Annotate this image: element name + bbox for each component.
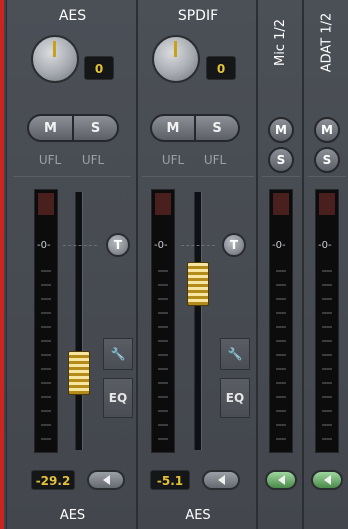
divider xyxy=(142,176,254,177)
channel-name: AES xyxy=(58,8,87,24)
meter-scale xyxy=(322,270,332,448)
level-meter: -0- xyxy=(269,189,293,453)
mute-button[interactable]: M xyxy=(268,117,294,143)
clip-indicator xyxy=(155,193,171,215)
left-arrow-icon xyxy=(277,475,285,485)
output-select-button[interactable] xyxy=(311,470,343,490)
meter-scale xyxy=(276,270,286,448)
meter-zero-label: -0- xyxy=(318,240,332,251)
gain-value[interactable]: 0 xyxy=(84,56,114,80)
channel-strip-aes: AES 0 M S UFL UFL -0- T 🔧 EQ -29.2 AES xyxy=(6,0,137,529)
channel-strip-mic: Mic 1/2 M S -0- xyxy=(257,0,303,529)
meter-scale xyxy=(41,270,51,448)
unity-mark xyxy=(63,245,97,247)
gain-knob[interactable] xyxy=(31,35,79,83)
eq-button[interactable]: EQ xyxy=(103,378,133,418)
output-label[interactable]: AES xyxy=(138,508,258,523)
fader-track[interactable] xyxy=(75,192,83,450)
meter-zero-label: -0- xyxy=(272,240,286,251)
output-select-button[interactable] xyxy=(202,470,240,490)
clip-indicator xyxy=(273,193,289,215)
divider xyxy=(13,176,131,177)
eq-button[interactable]: EQ xyxy=(220,378,250,418)
wrench-icon: 🔧 xyxy=(227,347,243,361)
ufl-label-right: UFL xyxy=(81,153,105,167)
settings-button[interactable]: 🔧 xyxy=(220,338,250,370)
ufl-label-left: UFL xyxy=(38,153,62,167)
gain-knob[interactable] xyxy=(152,35,200,83)
channel-name: ADAT 1/2 xyxy=(319,12,335,72)
divider xyxy=(308,176,346,177)
meter-zero-label: -0- xyxy=(37,240,51,251)
volume-fader[interactable] xyxy=(187,262,209,306)
clip-indicator xyxy=(38,193,54,215)
level-meter: -0- xyxy=(151,189,175,453)
solo-button[interactable]: S xyxy=(268,147,294,173)
mute-solo-group: M S xyxy=(150,114,240,142)
mute-solo-group: M S xyxy=(27,114,119,142)
meter-scale xyxy=(158,270,168,448)
ufl-label-left: UFL xyxy=(161,153,185,167)
level-readout: -5.1 xyxy=(150,470,190,490)
solo-button[interactable]: S xyxy=(194,116,238,140)
unity-mark xyxy=(181,245,215,247)
left-arrow-icon xyxy=(217,475,225,485)
meter-zero-label: -0- xyxy=(154,240,168,251)
gain-value[interactable]: 0 xyxy=(206,56,236,80)
solo-button[interactable]: S xyxy=(72,116,117,140)
settings-button[interactable]: 🔧 xyxy=(103,338,133,370)
knob-marker-icon xyxy=(174,41,177,57)
divider xyxy=(262,176,300,177)
channel-strip-adat: ADAT 1/2 M S -0- xyxy=(303,0,348,529)
active-channel-marker xyxy=(0,0,4,529)
channel-name-wrapper: ADAT 1/2 xyxy=(275,12,348,72)
output-select-button[interactable] xyxy=(87,470,125,490)
knob-marker-icon xyxy=(53,41,56,57)
left-arrow-icon xyxy=(102,475,110,485)
ufl-label-right: UFL xyxy=(203,153,227,167)
mute-button[interactable]: M xyxy=(29,116,72,140)
level-readout: -29.2 xyxy=(31,470,75,490)
talkback-button[interactable]: T xyxy=(106,233,130,257)
output-label[interactable]: AES xyxy=(7,508,138,523)
output-select-button[interactable] xyxy=(265,470,297,490)
mute-button[interactable]: M xyxy=(314,117,340,143)
channel-strip-spdif: SPDIF 0 M S UFL UFL -0- T 🔧 EQ -5.1 AES xyxy=(137,0,257,529)
clip-indicator xyxy=(319,193,335,215)
mute-button[interactable]: M xyxy=(152,116,194,140)
volume-fader[interactable] xyxy=(68,351,90,395)
solo-button[interactable]: S xyxy=(314,147,340,173)
left-arrow-icon xyxy=(323,475,331,485)
level-meter: -0- xyxy=(34,189,58,453)
wrench-icon: 🔧 xyxy=(110,347,126,361)
talkback-button[interactable]: T xyxy=(222,233,246,257)
fader-track[interactable] xyxy=(194,192,202,450)
level-meter: -0- xyxy=(315,189,339,453)
channel-name: SPDIF xyxy=(177,8,219,24)
